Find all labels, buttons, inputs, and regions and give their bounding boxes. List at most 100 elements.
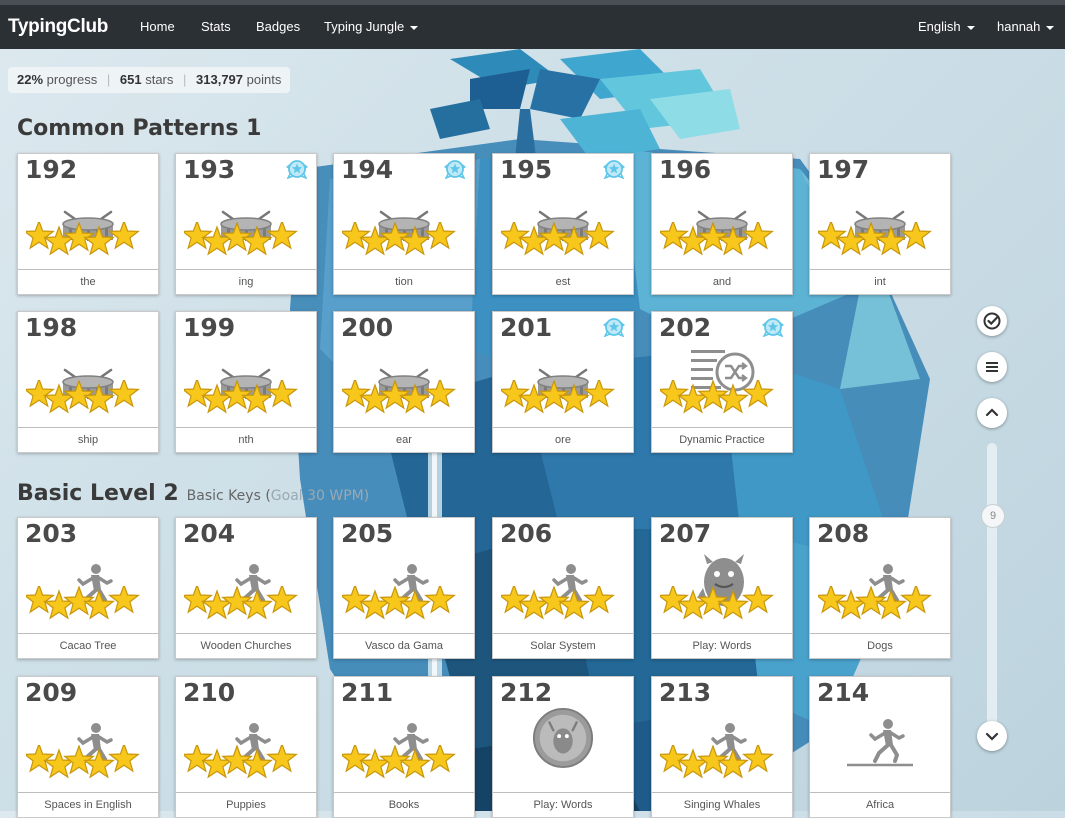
points-count: 313,797: [196, 72, 244, 87]
star-icon: [742, 745, 774, 773]
star-icon: [424, 222, 456, 250]
stars-count: 651: [119, 72, 142, 87]
star-icon: [583, 380, 615, 408]
lesson-card-214[interactable]: 214 Africa: [809, 676, 951, 818]
star-icon: [660, 745, 689, 773]
section-title-text: Basic Level 2: [17, 481, 179, 506]
lesson-card-201[interactable]: 201 ore: [492, 311, 634, 453]
scroll-page-indicator[interactable]: 9: [981, 504, 1005, 528]
star-icon: [583, 222, 615, 250]
lesson-card-205[interactable]: 205 Vasco da Gama: [333, 517, 475, 659]
brand-logo[interactable]: TypingClub: [8, 16, 108, 38]
scroll-down-button[interactable]: [977, 721, 1007, 751]
star-icon: [501, 222, 530, 250]
lesson-label: ore: [493, 427, 633, 452]
lesson-number: 212: [500, 678, 553, 707]
lesson-card-208[interactable]: 208 Dogs: [809, 517, 951, 659]
star-icon: [221, 586, 253, 616]
lesson-number: 199: [183, 313, 236, 342]
lesson-card-192[interactable]: 192 the: [17, 153, 159, 295]
separator: |: [106, 72, 111, 87]
star-rating: [26, 586, 140, 620]
lesson-number: 197: [817, 155, 870, 184]
lesson-card-197[interactable]: 197 int: [809, 153, 951, 295]
star-rating: [660, 745, 774, 779]
lesson-card-195[interactable]: 195 est: [492, 153, 634, 295]
lesson-card-212[interactable]: 212 Play: Words: [492, 676, 634, 818]
lesson-card-200[interactable]: 200 ear: [333, 311, 475, 453]
lesson-number: 213: [659, 678, 712, 707]
star-icon: [63, 586, 95, 616]
star-icon: [266, 586, 298, 614]
section-title-text: Common Patterns 1: [17, 116, 262, 141]
scroll-track[interactable]: [987, 443, 997, 733]
lesson-label: Play: Words: [493, 792, 633, 817]
lesson-label: est: [493, 269, 633, 294]
scroll-up-button[interactable]: [977, 398, 1007, 428]
lesson-label: ear: [334, 427, 474, 452]
lesson-card-206[interactable]: 206 Solar System: [492, 517, 634, 659]
nav-badges-link[interactable]: Badges: [256, 19, 300, 34]
lesson-number: 194: [341, 155, 394, 184]
star-rating: [342, 745, 456, 779]
nav-stats-link[interactable]: Stats: [201, 19, 231, 34]
chevron-down-icon: [985, 732, 999, 741]
star-rating: [26, 745, 140, 779]
lesson-number: 203: [25, 519, 78, 548]
lesson-card-194[interactable]: 194 tion: [333, 153, 475, 295]
language-menu[interactable]: English: [918, 19, 975, 34]
lesson-label: and: [652, 269, 792, 294]
lesson-card-204[interactable]: 204 Wooden Churches: [175, 517, 317, 659]
star-icon: [379, 380, 411, 410]
star-icon: [221, 222, 253, 252]
separator: |: [183, 72, 187, 87]
star-icon: [63, 222, 95, 252]
lesson-card-207[interactable]: 207 Play: Words: [651, 517, 793, 659]
star-icon: [266, 222, 298, 250]
progress-percent-label: progress: [46, 72, 98, 87]
lesson-card-198[interactable]: 198 ship: [17, 311, 159, 453]
lesson-card-213[interactable]: 213 Singing Whales: [651, 676, 793, 818]
lesson-number: 209: [25, 678, 78, 707]
lesson-label: Solar System: [493, 633, 633, 658]
star-icon: [742, 586, 774, 614]
chevron-down-icon: [1046, 25, 1055, 30]
lesson-number: 206: [500, 519, 553, 548]
menu-button[interactable]: [977, 352, 1007, 382]
star-icon: [63, 380, 95, 410]
lesson-card-211[interactable]: 211 Books: [333, 676, 475, 818]
star-icon: [818, 222, 847, 250]
lesson-label: ing: [176, 269, 316, 294]
lesson-card-210[interactable]: 210 Puppies: [175, 676, 317, 818]
language-label: English: [918, 19, 961, 34]
lesson-card-193[interactable]: 193 ing: [175, 153, 317, 295]
star-icon: [184, 222, 213, 250]
nav-home-link[interactable]: Home: [140, 19, 175, 34]
star-icon: [697, 745, 729, 775]
nav-typing-jungle-menu[interactable]: Typing Jungle: [324, 19, 419, 34]
star-icon: [379, 745, 411, 775]
star-rating: [660, 222, 774, 256]
lesson-number: 207: [659, 519, 712, 548]
check-circle-button[interactable]: [977, 306, 1007, 336]
star-icon: [184, 745, 213, 773]
lesson-card-202[interactable]: 202 Dynamic Practice: [651, 311, 793, 453]
lesson-number: 210: [183, 678, 236, 707]
user-menu[interactable]: hannah: [997, 19, 1055, 34]
lesson-label: Spaces in English: [18, 792, 158, 817]
lesson-number: 200: [341, 313, 394, 342]
star-icon: [108, 222, 140, 250]
achievement-badge-icon: [762, 318, 784, 337]
star-icon: [221, 380, 253, 410]
lesson-card-203[interactable]: 203 Cacao Tree: [17, 517, 159, 659]
lesson-card-196[interactable]: 196 and: [651, 153, 793, 295]
star-rating: [501, 222, 615, 256]
lesson-label: tion: [334, 269, 474, 294]
star-icon: [342, 380, 371, 408]
lesson-card-199[interactable]: 199 nth: [175, 311, 317, 453]
star-icon: [26, 222, 55, 250]
lesson-card-209[interactable]: 209 Spaces in English: [17, 676, 159, 818]
star-rating: [818, 586, 932, 620]
star-icon: [108, 380, 140, 408]
star-rating: [818, 222, 932, 256]
